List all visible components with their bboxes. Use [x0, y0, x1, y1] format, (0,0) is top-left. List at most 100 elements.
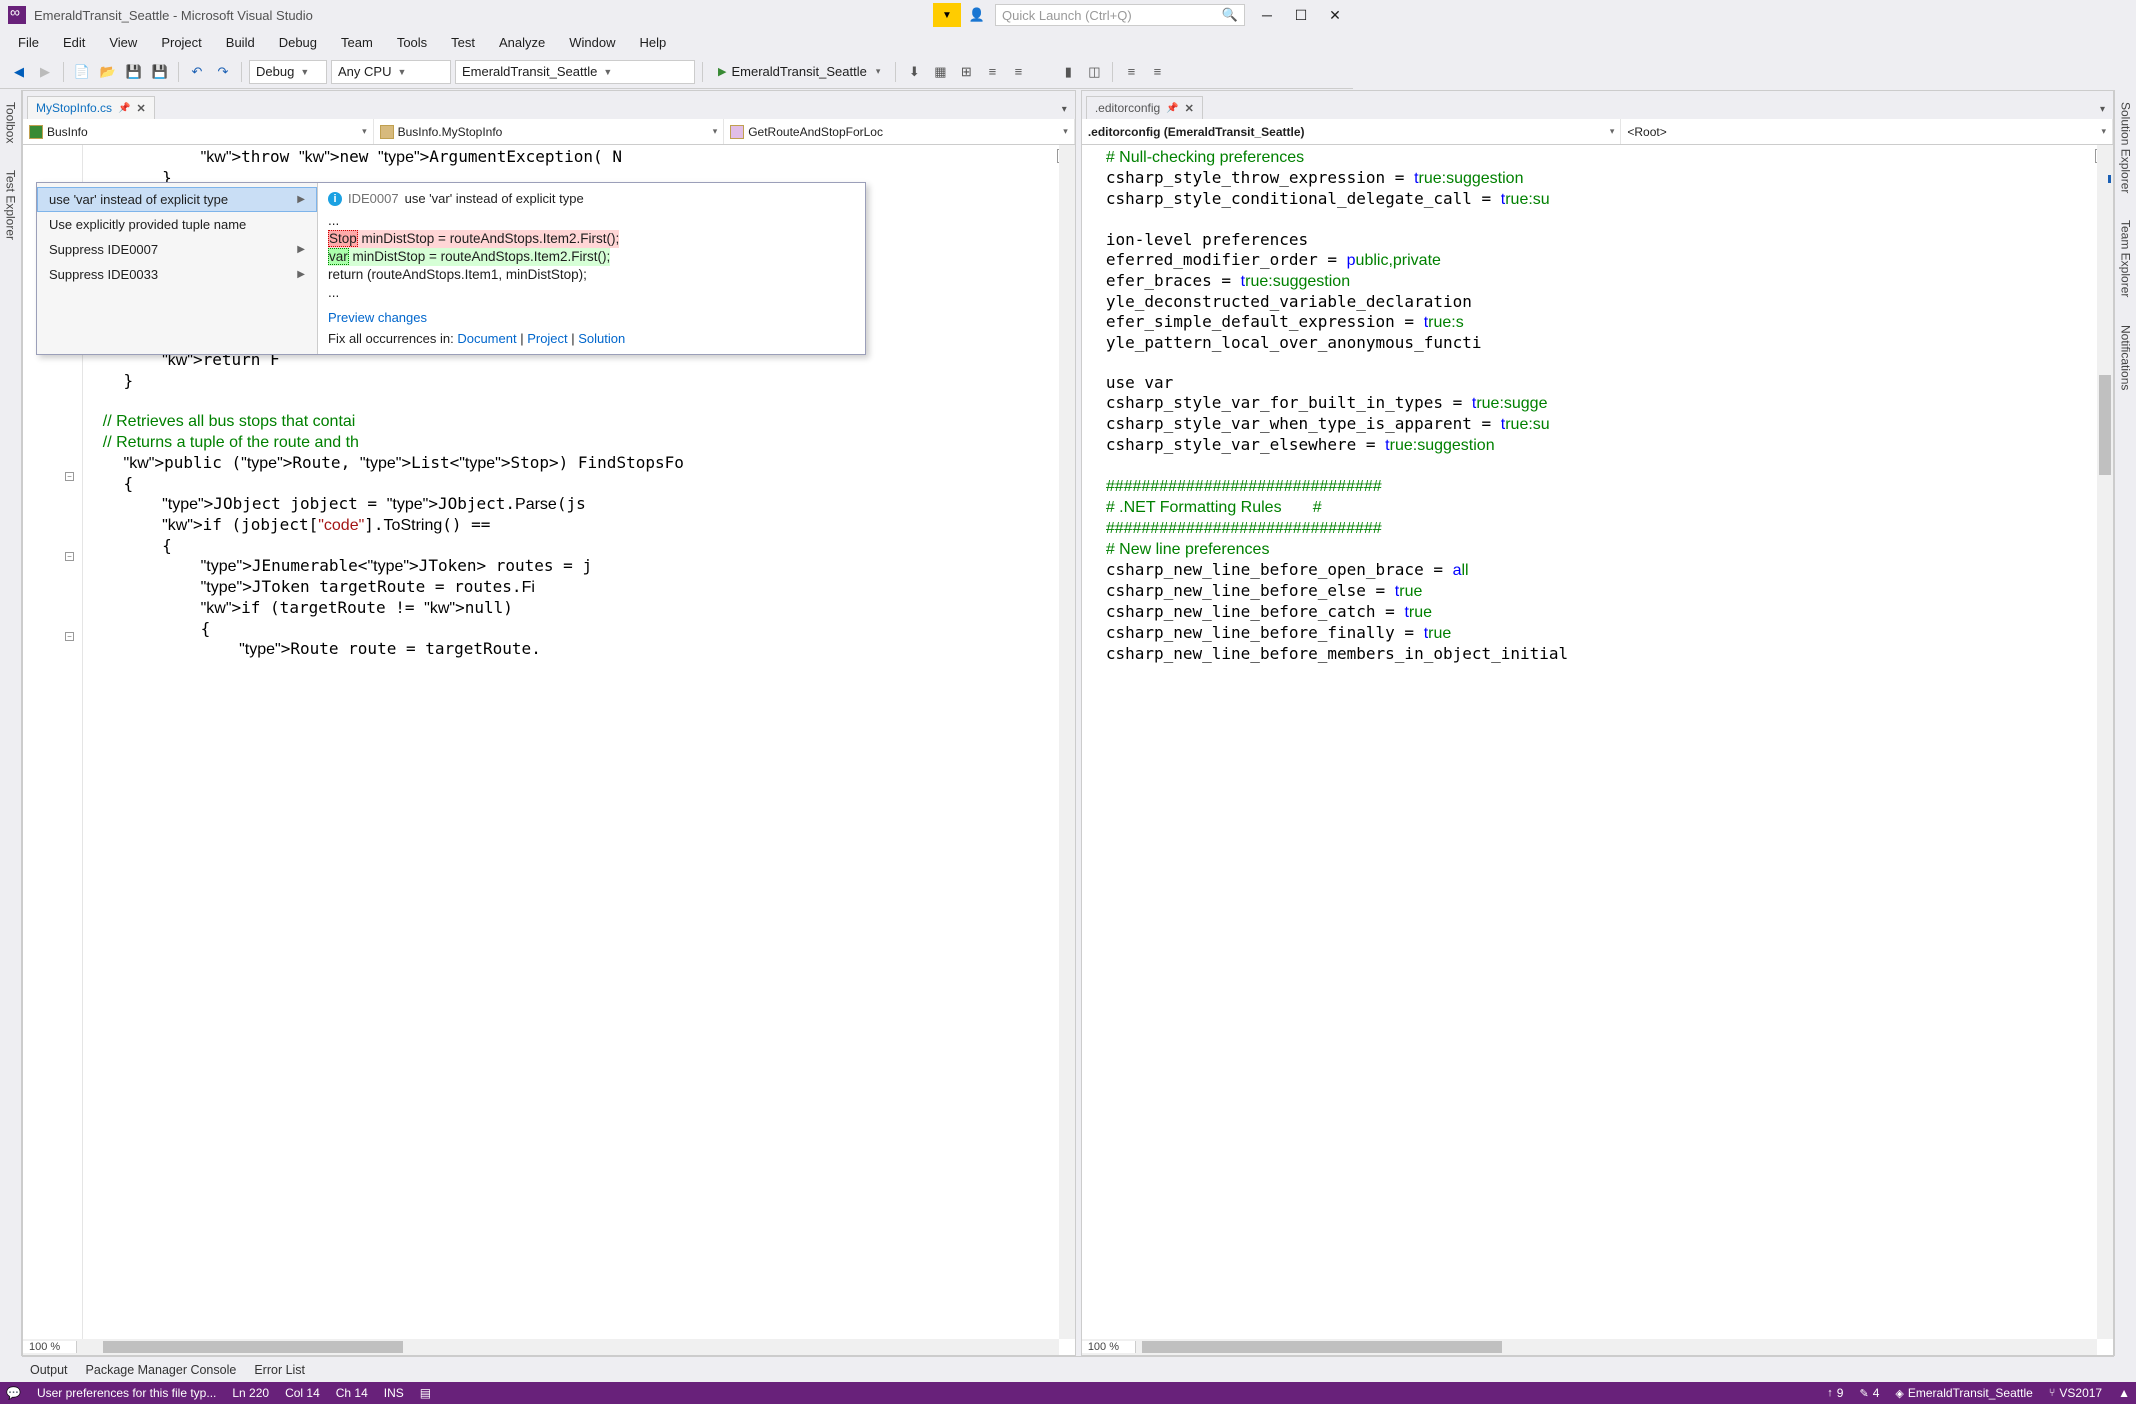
- quick-launch-input[interactable]: Quick Launch (Ctrl+Q) 🔍: [995, 4, 1245, 26]
- new-project-button[interactable]: 📄: [71, 61, 93, 83]
- outline-collapse-icon[interactable]: −: [65, 552, 74, 561]
- quick-actions-popup: use 'var' instead of explicit type▶ Use …: [36, 182, 866, 355]
- status-branch[interactable]: ⑂VS2017: [2049, 1386, 2102, 1400]
- status-col: Col 14: [285, 1386, 320, 1400]
- menu-window[interactable]: Window: [559, 32, 625, 53]
- close-tab-icon[interactable]: ✕: [136, 102, 145, 115]
- minimize-button[interactable]: ─: [1257, 5, 1277, 25]
- menu-bar: File Edit View Project Build Debug Team …: [0, 30, 1353, 55]
- menu-file[interactable]: File: [8, 32, 49, 53]
- pin-icon[interactable]: 📌: [1166, 103, 1178, 114]
- tab-mystopinfo[interactable]: MyStopInfo.cs 📌 ✕: [27, 96, 155, 119]
- toolbar-btn-2[interactable]: ▦: [929, 61, 951, 83]
- vertical-scrollbar[interactable]: [2097, 145, 2113, 1339]
- undo-button[interactable]: ↶: [186, 61, 208, 83]
- fix-all-row: Fix all occurrences in: Document | Proje…: [328, 331, 855, 346]
- toolbar-btn-3[interactable]: ⊞: [955, 61, 977, 83]
- menu-edit[interactable]: Edit: [53, 32, 95, 53]
- status-publish-icon[interactable]: ▲: [2118, 1386, 2130, 1400]
- nav-section[interactable]: <Root>▾: [1621, 119, 2113, 144]
- status-repo[interactable]: ◈EmeraldTransit_Seattle: [1895, 1386, 2032, 1400]
- save-all-button[interactable]: 💾: [149, 61, 171, 83]
- sidebar-toolbox[interactable]: Toolbox: [2, 96, 20, 149]
- sidebar-notifications[interactable]: Notifications: [2117, 319, 2135, 396]
- nav-class[interactable]: BusInfo.MyStopInfo▾: [374, 119, 725, 144]
- nav-member[interactable]: GetRouteAndStopForLoc▾: [724, 119, 1075, 144]
- maximize-button[interactable]: ☐: [1291, 5, 1311, 25]
- sidebar-team-explorer[interactable]: Team Explorer: [2117, 214, 2135, 303]
- toolbar-btn-1[interactable]: ⬇: [903, 61, 925, 83]
- info-icon: i: [328, 192, 342, 206]
- menu-build[interactable]: Build: [216, 32, 265, 53]
- bottom-tab-output[interactable]: Output: [30, 1363, 68, 1377]
- nav-back-button[interactable]: ◀: [8, 61, 30, 83]
- vertical-scrollbar[interactable]: [1059, 145, 1075, 1339]
- diagnostic-text: use 'var' instead of explicit type: [405, 191, 584, 206]
- fix-document-link[interactable]: Document: [457, 331, 516, 346]
- user-account-icon[interactable]: 👤: [965, 3, 989, 27]
- save-button[interactable]: 💾: [123, 61, 145, 83]
- nav-project[interactable]: BusInfo▾: [23, 119, 374, 144]
- qa-item-tuple-name[interactable]: Use explicitly provided tuple name: [37, 212, 317, 237]
- left-sidebar: Toolbox Test Explorer: [0, 90, 22, 1356]
- status-down[interactable]: ✎4: [1859, 1386, 1879, 1400]
- menu-debug[interactable]: Debug: [269, 32, 327, 53]
- menu-analyze[interactable]: Analyze: [489, 32, 555, 53]
- qa-item-use-var[interactable]: use 'var' instead of explicit type▶: [37, 187, 317, 212]
- redo-button[interactable]: ↷: [212, 61, 234, 83]
- toolbar-btn-9[interactable]: ≡: [1146, 61, 1168, 83]
- menu-view[interactable]: View: [99, 32, 147, 53]
- status-line: Ln 220: [232, 1386, 269, 1400]
- menu-project[interactable]: Project: [151, 32, 211, 53]
- startup-dropdown[interactable]: EmeraldTransit_Seattle▼: [455, 60, 695, 84]
- nav-forward-button[interactable]: ▶: [34, 61, 56, 83]
- bottom-tab-errorlist[interactable]: Error List: [254, 1363, 305, 1377]
- menu-help[interactable]: Help: [630, 32, 677, 53]
- platform-dropdown[interactable]: Any CPU▼: [331, 60, 451, 84]
- open-file-button[interactable]: 📂: [97, 61, 119, 83]
- config-dropdown[interactable]: Debug▼: [249, 60, 327, 84]
- toolbar-btn-6[interactable]: ▮: [1057, 61, 1079, 83]
- left-nav-bar: BusInfo▾ BusInfo.MyStopInfo▾ GetRouteAnd…: [23, 119, 1075, 145]
- bottom-tab-pmc[interactable]: Package Manager Console: [86, 1363, 237, 1377]
- window-title: EmeraldTransit_Seattle - Microsoft Visua…: [34, 8, 313, 23]
- fix-project-link[interactable]: Project: [527, 331, 567, 346]
- close-button[interactable]: ✕: [1325, 5, 1345, 25]
- nav-file[interactable]: .editorconfig (EmeraldTransit_Seattle)▾: [1082, 119, 1622, 144]
- preview-changes-link[interactable]: Preview changes: [328, 310, 427, 325]
- horizontal-scrollbar[interactable]: 100 %: [1082, 1339, 2097, 1355]
- pin-icon[interactable]: 📌: [118, 103, 130, 114]
- toolbar-btn-5[interactable]: ≡: [1007, 61, 1029, 83]
- toolbar-btn-4[interactable]: ≡: [981, 61, 1003, 83]
- right-sidebar: Solution Explorer Team Explorer Notifica…: [2114, 90, 2136, 1356]
- status-ins: INS: [384, 1386, 404, 1400]
- status-feedback-icon[interactable]: 💬: [6, 1386, 21, 1400]
- zoom-level[interactable]: 100 %: [23, 1341, 77, 1353]
- notification-badge-icon[interactable]: [933, 3, 961, 27]
- right-nav-bar: .editorconfig (EmeraldTransit_Seattle)▾ …: [1082, 119, 2113, 145]
- tab-editorconfig[interactable]: .editorconfig 📌 ✕: [1086, 96, 1203, 119]
- tab-overflow-button[interactable]: ▾: [2096, 100, 2109, 119]
- vs-logo-icon: [8, 6, 26, 24]
- right-code-editor[interactable]: # Null-checking preferences csharp_style…: [1082, 145, 2113, 1355]
- fix-solution-link[interactable]: Solution: [578, 331, 625, 346]
- sidebar-test-explorer[interactable]: Test Explorer: [2, 164, 20, 246]
- menu-team[interactable]: Team: [331, 32, 383, 53]
- outline-collapse-icon[interactable]: −: [65, 472, 74, 481]
- menu-test[interactable]: Test: [441, 32, 485, 53]
- menu-tools[interactable]: Tools: [387, 32, 437, 53]
- outline-collapse-icon[interactable]: −: [65, 632, 74, 641]
- sidebar-solution-explorer[interactable]: Solution Explorer: [2117, 96, 2135, 199]
- close-tab-icon[interactable]: ✕: [1185, 102, 1194, 115]
- toolbar-btn-8[interactable]: ≡: [1120, 61, 1142, 83]
- start-button[interactable]: ▶EmeraldTransit_Seattle▾: [710, 60, 888, 84]
- qa-item-suppress-33[interactable]: Suppress IDE0033▶: [37, 262, 317, 287]
- zoom-level[interactable]: 100 %: [1082, 1341, 1136, 1353]
- horizontal-scrollbar[interactable]: 100 %: [23, 1339, 1059, 1355]
- search-icon: 🔍: [1222, 7, 1238, 23]
- tab-overflow-button[interactable]: ▾: [1058, 100, 1071, 119]
- qa-item-suppress-7[interactable]: Suppress IDE0007▶: [37, 237, 317, 262]
- right-editor-pane: .editorconfig 📌 ✕ ▾ .editorconfig (Emera…: [1081, 90, 2114, 1356]
- toolbar-btn-7[interactable]: ◫: [1083, 61, 1105, 83]
- status-up[interactable]: ↑9: [1827, 1386, 1843, 1400]
